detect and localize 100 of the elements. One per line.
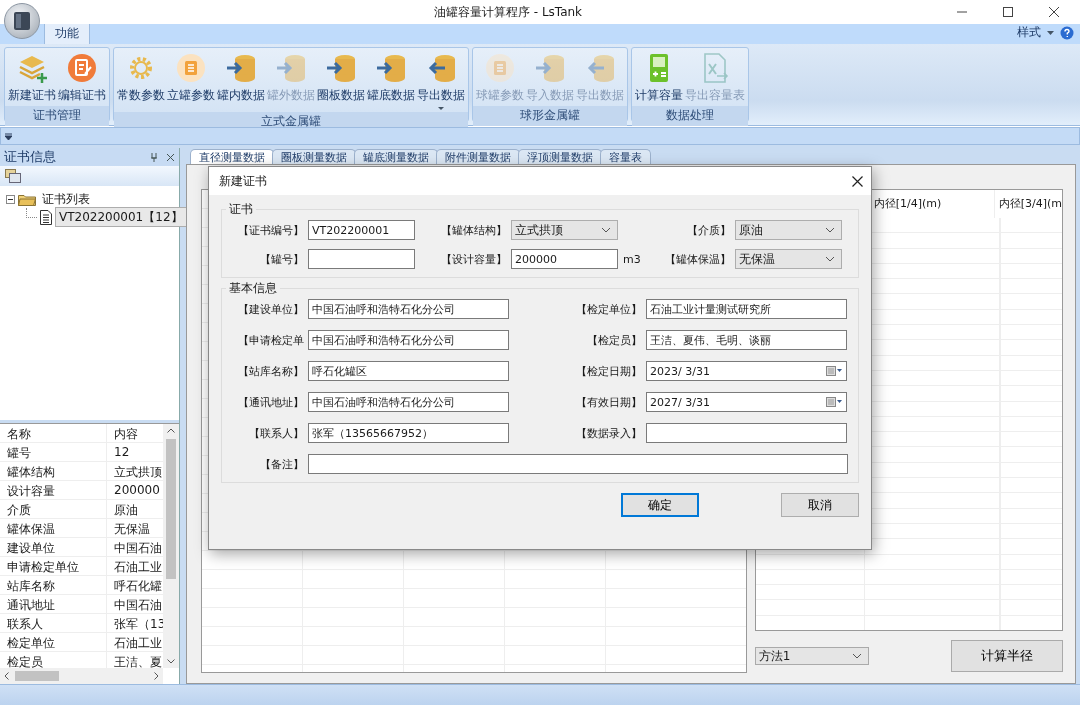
field-label: 【数据录入】	[575, 425, 643, 441]
scroll-down-icon[interactable]	[167, 659, 175, 664]
database-import-icon	[375, 52, 407, 84]
expander-icon[interactable]	[6, 194, 15, 204]
help-icon[interactable]	[1060, 25, 1074, 40]
chevron-down-icon	[825, 227, 835, 233]
input-field[interactable]: 200000	[511, 249, 618, 269]
app-menu-button[interactable]	[4, 3, 40, 39]
vertical-scrollbar[interactable]	[163, 424, 179, 668]
database-import-icon	[275, 52, 307, 84]
document-tab[interactable]: 圈板测量数据	[272, 149, 356, 164]
horizontal-scrollbar[interactable]	[0, 668, 163, 684]
customize-icon[interactable]	[5, 132, 12, 140]
ribbon-button[interactable]: 圈板数据	[316, 50, 366, 112]
ribbon-button[interactable]: 编辑证书	[57, 50, 107, 106]
close-icon[interactable]	[852, 175, 863, 187]
property-name: 检定单位	[0, 633, 107, 651]
unit-label: m3	[622, 252, 642, 266]
document-tab[interactable]: 浮顶测量数据	[518, 149, 602, 164]
tree-item[interactable]: 证书列表	[39, 189, 93, 209]
dropdown[interactable]: 立式拱顶	[511, 220, 618, 240]
property-value: 王洁、夏	[113, 654, 163, 668]
tree-view-icon[interactable]	[5, 169, 21, 183]
property-name: 罐体结构	[0, 462, 107, 480]
field-label: 【罐体结构】	[440, 222, 508, 238]
calendar-dropdown-icon[interactable]	[826, 366, 842, 376]
property-value: 呼石化罐	[113, 578, 163, 594]
calendar-dropdown-icon[interactable]	[826, 397, 842, 407]
date-picker[interactable]: 2023/ 3/31	[646, 361, 847, 381]
field-label: 【介质】	[686, 222, 732, 238]
input-field[interactable]: 呼石化罐区	[308, 361, 509, 381]
group-box-title: 证书	[228, 201, 254, 218]
chevron-down-icon	[601, 227, 611, 233]
database-import-icon	[325, 52, 357, 84]
document-tab[interactable]: 直径测量数据	[190, 149, 274, 164]
edit-icon	[66, 52, 98, 84]
field-label: 【建设单位】	[237, 301, 305, 317]
column-header[interactable]: 内径[3/4](m	[994, 190, 1062, 218]
date-picker[interactable]: 2027/ 3/31	[646, 392, 847, 412]
input-field[interactable]: 中国石油呼和浩特石化分公司	[308, 392, 509, 412]
pin-icon[interactable]	[150, 152, 158, 162]
column-header[interactable]: 内容	[107, 424, 163, 442]
scroll-left-icon[interactable]	[4, 672, 9, 680]
property-name: 设计容量	[0, 481, 107, 499]
close-icon[interactable]	[1048, 6, 1060, 18]
column-header[interactable]: 名称	[0, 424, 107, 442]
folder-icon	[18, 192, 36, 206]
ribbon-button[interactable]: 罐内数据	[216, 50, 266, 112]
property-value: 中国石油	[113, 540, 163, 556]
property-name: 通讯地址	[0, 595, 107, 613]
list-icon	[175, 52, 207, 84]
property-value: 原油	[113, 502, 139, 518]
maximize-icon[interactable]	[1002, 6, 1014, 18]
field-label: 【证书编号】	[237, 222, 305, 238]
scroll-up-icon[interactable]	[167, 428, 175, 433]
field-label: 【备注】	[259, 456, 305, 472]
group-box-title: 基本信息	[228, 280, 278, 297]
field-label: 【检定日期】	[575, 363, 643, 379]
dropdown[interactable]: 无保温	[735, 249, 842, 269]
field-label: 【有效日期】	[575, 394, 643, 410]
ribbon-button[interactable]: 新建证书	[7, 50, 57, 106]
input-field[interactable]: 王洁、夏伟、毛明、谈丽	[646, 330, 847, 350]
chevron-down-icon	[851, 653, 862, 659]
property-value: 无保温	[113, 521, 151, 537]
dropdown[interactable]: 原油	[735, 220, 842, 240]
document-tab[interactable]: 罐底测量数据	[354, 149, 438, 164]
document-tab[interactable]: 附件测量数据	[436, 149, 520, 164]
document-icon	[40, 209, 52, 225]
input-field[interactable]	[308, 249, 415, 269]
input-field[interactable]	[308, 454, 848, 474]
input-field[interactable]: 中国石油呼和浩特石化分公司	[308, 330, 509, 350]
style-menu[interactable]: 样式	[1017, 24, 1041, 41]
dialog-button[interactable]: 确定	[621, 493, 699, 517]
field-label: 【罐体保温】	[664, 251, 732, 267]
input-field[interactable]: 石油工业计量测试研究所	[646, 299, 847, 319]
calculate-radius-button[interactable]: 计算半径	[951, 640, 1063, 672]
ribbon-button[interactable]: 立罐参数	[166, 50, 216, 112]
group-label: 证书管理	[5, 106, 109, 126]
method-dropdown[interactable]: 方法1	[754, 647, 869, 665]
scroll-right-icon[interactable]	[154, 672, 159, 680]
input-field[interactable]: VT202200001	[308, 220, 415, 240]
field-label: 【联系人】	[248, 425, 305, 441]
ribbon-button[interactable]: 计算容量	[634, 50, 684, 106]
property-name: 罐体保温	[0, 519, 107, 537]
input-field[interactable]: 张军（13565667952）	[308, 423, 509, 443]
property-value: 中国石油	[113, 597, 163, 613]
property-name: 申请检定单位	[0, 557, 107, 575]
ribbon-button[interactable]: 常数参数	[116, 50, 166, 112]
input-field[interactable]	[646, 423, 847, 443]
ribbon-tab[interactable]: 功能	[44, 22, 90, 44]
dialog-button[interactable]: 取消	[781, 493, 859, 517]
dialog-title: 新建证书	[219, 172, 267, 190]
chevron-down-icon	[825, 256, 835, 262]
input-field[interactable]: 中国石油呼和浩特石化分公司	[308, 299, 509, 319]
database-import-icon	[534, 52, 566, 84]
caret-icon	[1047, 30, 1054, 35]
document-tab[interactable]: 容量表	[600, 149, 651, 164]
property-value: 立式拱顶	[113, 464, 163, 480]
ribbon-button[interactable]: 导出数据	[416, 50, 466, 112]
ribbon-button[interactable]: 罐底数据	[366, 50, 416, 112]
